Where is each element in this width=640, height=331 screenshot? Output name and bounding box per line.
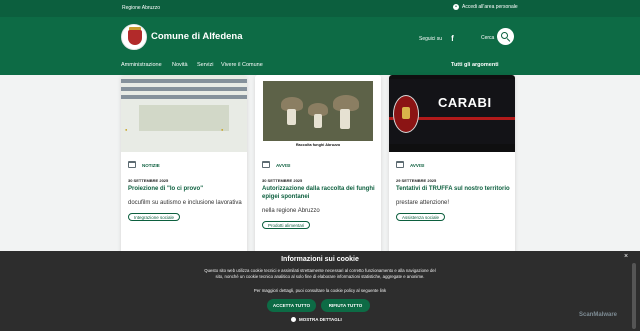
card-tag[interactable]: Integrazione sociale — [128, 213, 181, 221]
card-image: CARABI — [389, 75, 515, 152]
gear-icon — [291, 317, 296, 322]
facebook-icon[interactable]: f — [451, 34, 454, 43]
search-button[interactable] — [497, 28, 514, 45]
show-details-button[interactable]: MOSTRA DETTAGLI — [291, 317, 342, 322]
user-icon: • — [453, 4, 459, 10]
nav-item-novita[interactable]: Novità — [172, 62, 188, 68]
social-follow: Seguici su f — [419, 34, 454, 43]
news-card[interactable]: Raccolta funghi Abruzzo AVVISI 30 SETTEM… — [255, 75, 381, 255]
card-date: 30 SETTEMBRE 2025 — [128, 178, 169, 183]
crest-shield — [128, 30, 142, 45]
card-title[interactable]: Proiezione di "Io ci provo" — [128, 185, 242, 193]
follow-label: Seguici su — [419, 35, 443, 42]
login-link[interactable]: • Accedi all'area personale — [453, 4, 518, 10]
accept-all-button[interactable]: ACCETTA TUTTO — [267, 299, 316, 312]
image-caption: Raccolta funghi Abruzzo — [295, 143, 341, 147]
watermark: ScanMalware — [579, 312, 618, 318]
site-title[interactable]: Comune di Alfedena — [151, 31, 243, 42]
card-image: Raccolta funghi Abruzzo — [255, 75, 381, 152]
card-description: nella regione Abruzzo — [262, 208, 320, 214]
show-details-label: MOSTRA DETTAGLI — [299, 317, 342, 322]
search-label: Cerca — [481, 35, 495, 41]
image-text: CARABI — [438, 95, 492, 110]
nav-item-vivere-il-comune[interactable]: Vivere il Comune — [221, 62, 263, 68]
card-description: prestare attenzione! — [396, 200, 450, 206]
card-date: 29 SETTEMBRE 2025 — [396, 178, 437, 183]
calendar-icon — [128, 161, 136, 168]
reject-all-button[interactable]: RIFIUTA TUTTO — [321, 299, 370, 312]
card-category[interactable]: AVVISI — [410, 163, 424, 168]
card-description: docufilm su autismo e inclusione lavorat… — [128, 200, 242, 206]
card-title[interactable]: Tentativi di TRUFFA sul nostro territori… — [396, 185, 510, 193]
municipal-crest-logo[interactable] — [121, 24, 147, 50]
news-card[interactable]: ● ● NOTIZIE 30 SETTEMBRE 2025 Proiezione… — [121, 75, 247, 255]
card-image: ● ● — [121, 75, 247, 152]
card-tag[interactable]: Prodotti alimentari — [262, 221, 311, 229]
news-card[interactable]: CARABI AVVISI 29 SETTEMBRE 2025 Tentativ… — [389, 75, 515, 255]
card-category[interactable]: NOTIZIE — [142, 163, 160, 168]
card-tag[interactable]: Assistenza sociale — [396, 213, 446, 221]
nav-all-topics[interactable]: Tutti gli argomenti — [451, 62, 499, 68]
main-nav: Amministrazione Novità Servizi Vivere il… — [0, 61, 640, 75]
cookie-text: Questo sito web utilizza cookie tecnici … — [204, 268, 436, 279]
calendar-icon — [396, 161, 404, 168]
card-category[interactable]: AVVISI — [276, 163, 290, 168]
slim-header: Regione Abruzzo • Accedi all'area person… — [0, 0, 640, 17]
login-label: Accedi all'area personale — [462, 4, 518, 10]
scrollbar[interactable] — [632, 263, 636, 329]
cookie-title: Informazioni sui cookie — [281, 256, 359, 263]
header: Comune di Alfedena Seguici su f Cerca Am… — [0, 17, 640, 75]
nav-item-servizi[interactable]: Servizi — [197, 62, 214, 68]
region-link[interactable]: Regione Abruzzo — [122, 5, 160, 11]
card-title[interactable]: Autorizzazione dalla raccolta dei funghi… — [262, 185, 376, 201]
carabinieri-emblem — [393, 95, 419, 133]
nav-item-amministrazione[interactable]: Amministrazione — [121, 62, 162, 68]
cookie-banner: × Informazioni sui cookie Questo sito we… — [0, 251, 640, 331]
calendar-icon — [262, 161, 270, 168]
cookie-policy-link[interactable]: Per maggiori dettagli, puoi consultare l… — [200, 288, 440, 293]
card-date: 30 SETTEMBRE 2025 — [262, 178, 303, 183]
